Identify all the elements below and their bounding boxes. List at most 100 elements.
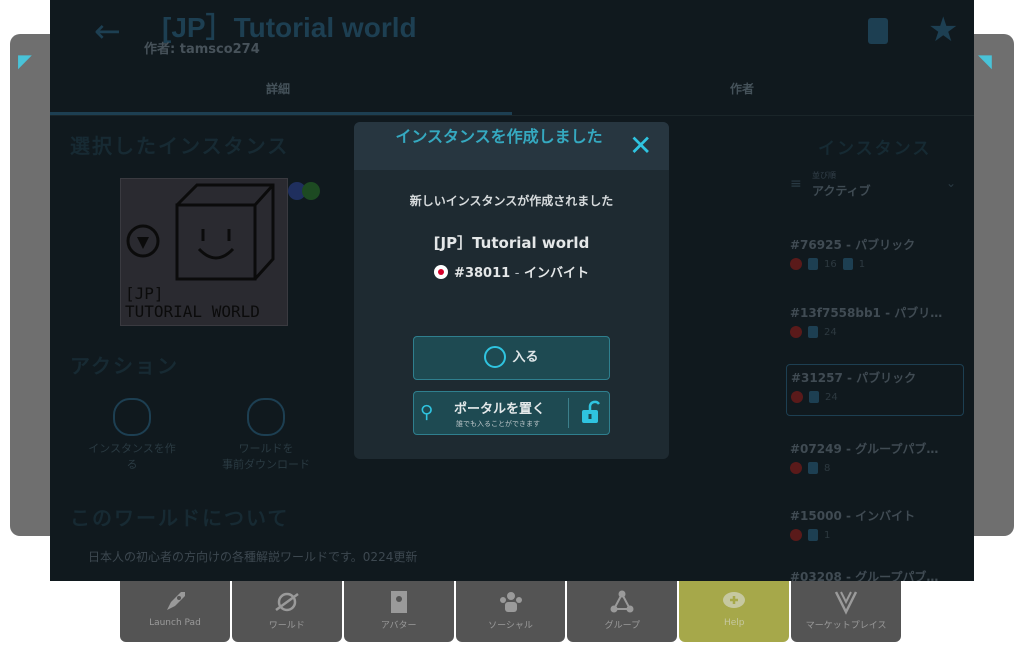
vrchat-logo-icon: ◥	[978, 51, 992, 72]
dock-item-social[interactable]: ソーシャル	[455, 580, 566, 642]
instance-list-item[interactable]: #76925 - パブリック 16 1	[786, 232, 962, 282]
dock-label: ワールド	[268, 621, 305, 631]
user-icon	[808, 258, 818, 270]
enter-button-label: 入る	[512, 350, 539, 365]
thumbnail-caption-line: [JP]	[125, 284, 164, 303]
dialog-title: インスタンスを作成しました	[395, 127, 603, 146]
unlocked-lock-icon[interactable]	[580, 400, 600, 424]
dialog-world-name: [JP］Tutorial world	[433, 234, 590, 252]
user-icon	[809, 391, 819, 403]
close-icon[interactable]: ✕	[629, 132, 652, 160]
region-flag-icon	[790, 529, 802, 541]
create-instance-action[interactable]: インスタンスを作 る	[72, 398, 192, 472]
dock-label: アバター	[380, 621, 417, 631]
user-icon	[808, 529, 818, 541]
user-count: 1	[824, 529, 831, 541]
friends-icon	[842, 258, 853, 270]
cube-face-icon	[126, 183, 275, 281]
instance-list-item[interactable]: #07249 - グループパブ… 8	[786, 436, 962, 486]
world-description: 日本人の初心者の方向けの各種解説ワールドです。0224更新	[88, 550, 418, 564]
group-icon	[610, 590, 634, 613]
chevron-down-icon: ⌄	[945, 176, 956, 190]
tab-details[interactable]: 詳細	[266, 80, 290, 97]
instance-id: #38011	[454, 266, 511, 281]
add-instance-icon	[113, 398, 151, 436]
dock-item-worlds[interactable]: ワールド	[231, 580, 342, 642]
predownload-world-action[interactable]: ワールドを 事前ダウンロード	[206, 398, 326, 472]
instance-type: インバイト	[523, 266, 589, 281]
rocket-icon	[166, 592, 185, 610]
action-label: る	[126, 458, 138, 471]
avatar-icon	[390, 591, 407, 613]
instance-name: #03208 - グループパブ…	[790, 570, 939, 581]
help-chat-icon	[723, 592, 746, 608]
dock-item-groups[interactable]: グループ	[567, 580, 678, 642]
instance-name: #31257 - パブリック	[791, 371, 917, 385]
instance-meta: 16 1	[790, 258, 865, 270]
instance-created-dialog: インスタンスを作成しました ✕ 新しいインスタンスが作成されました [JP］Tu…	[354, 122, 669, 459]
portal-button-sublabel: 誰でも入ることができます	[456, 420, 540, 428]
instance-meta: 24	[791, 391, 838, 403]
tab-bar: 詳細 作者	[50, 80, 974, 116]
dock-item-help[interactable]: Help	[679, 580, 790, 642]
sort-icon: ≡	[790, 176, 802, 192]
portal-walker-icon: ⚲	[420, 402, 434, 423]
dock-item-avatars[interactable]: アバター	[343, 580, 454, 642]
user-count: 24	[824, 326, 837, 338]
social-icon	[499, 592, 522, 612]
report-icon[interactable]	[868, 18, 888, 44]
dock-label: Launch Pad	[149, 618, 201, 628]
sort-dropdown[interactable]: ≡ 並び順 アクティブ ⌄	[790, 168, 960, 204]
back-arrow-icon[interactable]: ←	[94, 12, 121, 50]
user-icon	[808, 462, 818, 474]
region-flag-icon	[790, 258, 802, 270]
instance-name: #07249 - グループパブ…	[790, 442, 939, 456]
dialog-description: 新しいインスタンスが作成されました	[409, 194, 614, 208]
drop-portal-button[interactable]: ⚲ ポータルを置く 誰でも入ることができます	[413, 391, 610, 435]
instance-separator: -	[514, 266, 520, 281]
platform-badges	[288, 182, 328, 202]
dock-item-marketplace[interactable]: マーケットプレイス	[791, 580, 902, 642]
instance-list-item[interactable]: #03208 - グループパブ…	[786, 564, 962, 581]
marketplace-icon	[834, 591, 858, 615]
japan-flag-icon	[434, 265, 449, 279]
enter-instance-button[interactable]: 入る	[413, 336, 610, 380]
cloud-download-icon	[247, 398, 285, 436]
android-platform-icon	[302, 182, 320, 200]
tab-divider	[50, 115, 974, 116]
friend-count: 1	[858, 258, 866, 270]
sort-caption: 並び順	[812, 171, 836, 180]
instance-meta: 24	[790, 326, 837, 338]
instance-list-item[interactable]: #13f7558bb1 - パブリ… 24	[786, 300, 962, 350]
dialog-instance-info: #38011 - インバイト	[354, 262, 669, 281]
actions-heading: アクション	[70, 354, 179, 378]
action-label: ワールドを	[238, 442, 294, 455]
sort-value: アクティブ	[812, 184, 871, 198]
instance-meta: 8	[790, 462, 830, 474]
dock-label: Help	[723, 618, 745, 628]
about-world-heading: このワールドについて	[70, 506, 290, 530]
user-count: 16	[824, 258, 837, 270]
dialog-header: インスタンスを作成しました ✕	[354, 122, 669, 170]
instances-heading: インスタンス	[818, 139, 932, 159]
world-author: 作者: tamsco274	[144, 42, 260, 57]
bottom-dock: Launch Pad ワールド アバター ソーシャル グループ Help マーケ…	[120, 580, 903, 642]
portal-button-label: ポータルを置く	[454, 402, 546, 417]
instance-name: #13f7558bb1 - パブリ…	[790, 306, 943, 320]
thumbnail-caption: [JP] TUTORIAL WORLD	[125, 285, 260, 321]
user-count: 8	[824, 462, 831, 474]
dock-label: マーケットプレイス	[805, 621, 887, 631]
instance-list-item-selected[interactable]: #31257 - パブリック 24	[786, 364, 964, 416]
dock-item-launch-pad[interactable]: Launch Pad	[120, 580, 230, 642]
tab-author[interactable]: 作者	[730, 80, 754, 97]
region-flag-icon	[790, 462, 802, 474]
dock-label: グループ	[604, 621, 641, 631]
thumbnail-caption-line: TUTORIAL WORLD	[125, 302, 260, 321]
dock-label: ソーシャル	[488, 621, 533, 631]
user-count: 24	[825, 391, 838, 403]
favorite-star-icon[interactable]: ★	[928, 10, 958, 50]
action-label: インスタンスを作	[88, 442, 176, 455]
instance-name: #15000 - インバイト	[790, 509, 916, 523]
instance-list-item[interactable]: #15000 - インバイト 1	[786, 503, 962, 553]
button-divider	[568, 398, 569, 428]
